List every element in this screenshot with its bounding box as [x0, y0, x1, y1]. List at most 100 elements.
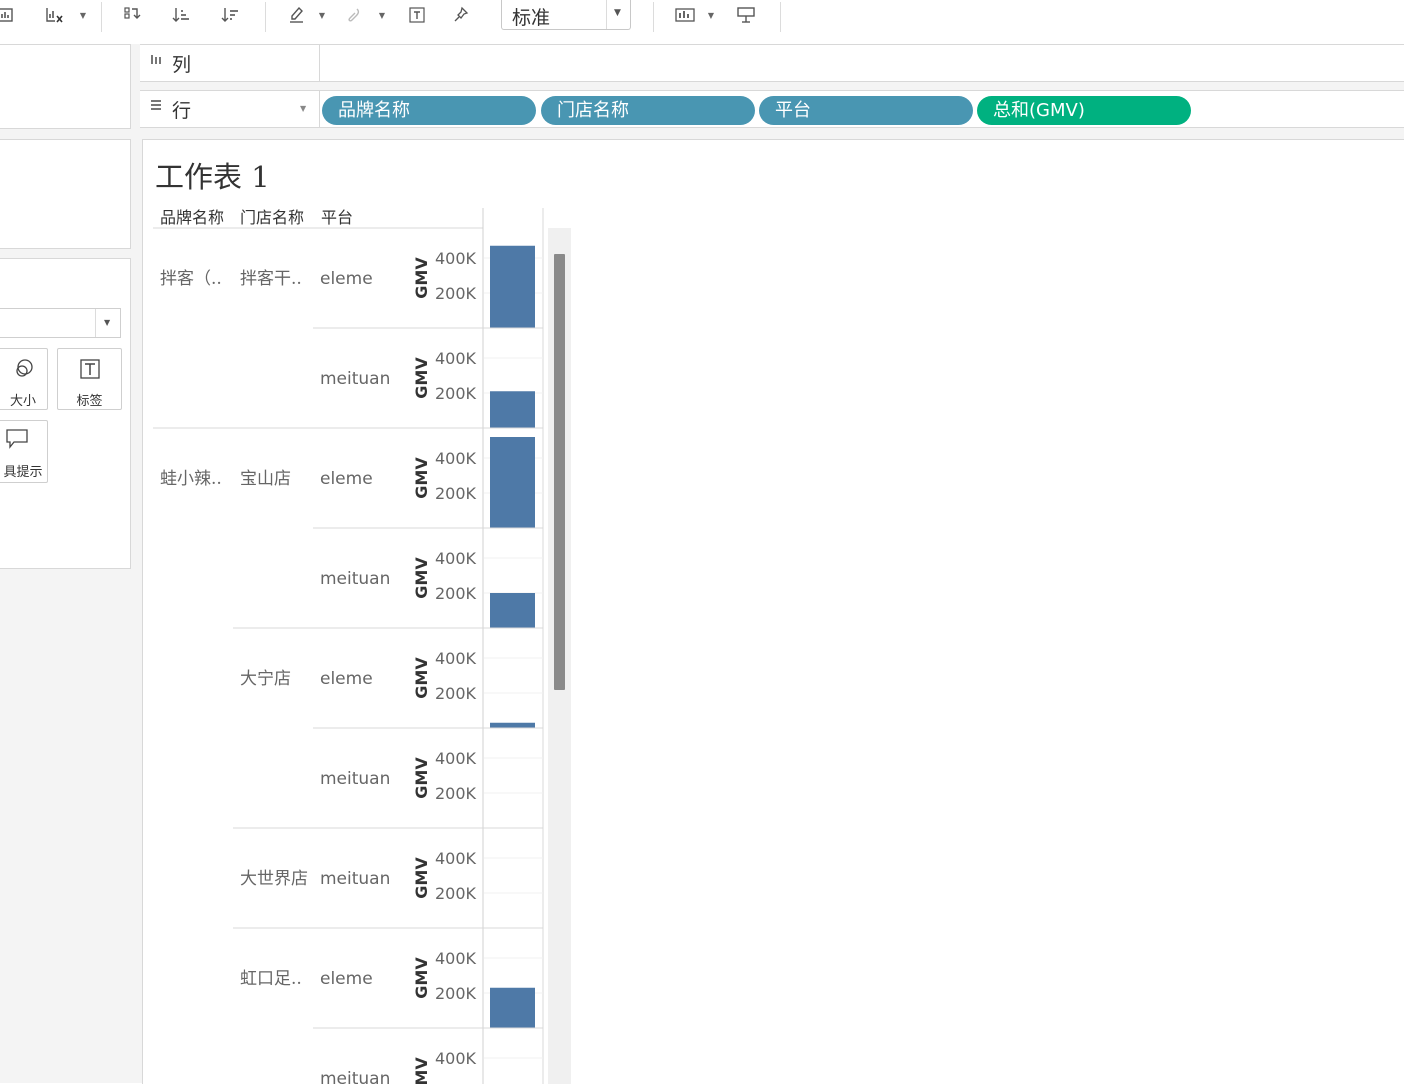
gmv-bar[interactable]	[490, 987, 535, 1028]
platform-cell: eleme	[320, 269, 373, 289]
select-divider	[95, 309, 96, 337]
store-name-cell: 宝山店	[240, 469, 291, 489]
tick-label: 200K	[435, 484, 477, 503]
tick-label: 400K	[435, 949, 477, 968]
tick-label: 400K	[435, 849, 477, 868]
tick-label: 200K	[435, 684, 477, 703]
toolbar-divider	[101, 2, 102, 32]
tick-label: 200K	[435, 284, 477, 303]
tooltip-icon	[0, 427, 49, 456]
tick-label: 200K	[435, 784, 477, 803]
viz-canvas: 拌客（.. 拌客干.. eleme GMV 200K400Kmeituan GMV 200K…	[153, 208, 571, 1084]
clear-sheet-icon[interactable]	[43, 4, 65, 26]
columns-icon	[150, 53, 162, 69]
shelves: 列 行 ▼ 品牌名称 门店名称 平台 总和(GMV)	[140, 44, 1404, 134]
show-me-icon[interactable]	[674, 4, 696, 26]
gmv-bar[interactable]	[490, 245, 535, 328]
tick-label: 400K	[435, 649, 477, 668]
label-label: 标签	[76, 394, 103, 409]
pages-card	[0, 44, 131, 129]
axis-title-gmv: GMV	[412, 857, 431, 899]
group-icon[interactable]	[343, 4, 365, 26]
label-button[interactable]: 标签	[57, 348, 122, 410]
gmv-bar[interactable]	[490, 593, 535, 628]
filters-card	[0, 139, 131, 249]
columns-shelf-label: 列	[140, 45, 320, 81]
brand-name-cell: 蛙小辣..	[160, 469, 222, 489]
rows-icon	[150, 99, 162, 115]
toolbar: ▼ ▼ ▼ 标准 ▼ ▼	[0, 0, 1404, 44]
tick-label: 400K	[435, 449, 477, 468]
text-label-icon[interactable]	[406, 4, 428, 26]
rows-shelf-label: 行 ▼	[140, 91, 320, 127]
toolbar-divider	[265, 2, 266, 32]
worksheet: 工作表 1 品牌名称 门店名称 平台 拌客（.. 拌客干.. eleme GMV 200…	[142, 139, 1404, 1084]
sort-descending-icon[interactable]	[219, 4, 241, 26]
presentation-icon[interactable]	[735, 4, 757, 26]
store-name-cell: 虹口足..	[240, 969, 302, 989]
pill-platform[interactable]: 平台	[759, 96, 973, 125]
chart-icon[interactable]	[0, 4, 16, 26]
size-button[interactable]: 大小	[0, 348, 48, 410]
axis-title-gmv: GMV	[412, 357, 431, 399]
platform-cell: eleme	[320, 469, 373, 489]
clear-dropdown-icon[interactable]: ▼	[78, 4, 88, 26]
axis-title-gmv: GMV	[412, 957, 431, 999]
rows-shelf[interactable]: 行 ▼ 品牌名称 门店名称 平台 总和(GMV)	[140, 90, 1404, 128]
pill-store-name[interactable]: 门店名称	[541, 96, 755, 125]
show-me-dropdown-icon[interactable]: ▼	[706, 4, 716, 26]
group-dropdown-icon[interactable]: ▼	[377, 4, 387, 26]
left-pane: ▼ 大小 标签 具提示	[0, 44, 140, 1083]
gmv-bar[interactable]	[490, 437, 535, 528]
axis-title-gmv: GMV	[412, 657, 431, 699]
tick-label: 400K	[435, 1049, 477, 1068]
platform-cell: meituan	[320, 369, 390, 389]
text-label-icon	[58, 357, 121, 386]
swap-icon[interactable]	[121, 4, 143, 26]
view-area: 工作表 1 品牌名称 门店名称 平台 拌客（.. 拌客干.. eleme GMV 200…	[140, 134, 1404, 1084]
chevron-down-icon: ▼	[104, 318, 111, 327]
highlight-icon[interactable]	[286, 4, 308, 26]
toolbar-divider	[780, 2, 781, 32]
pill-brand-name[interactable]: 品牌名称	[322, 96, 536, 125]
columns-label: 列	[172, 54, 192, 76]
tick-label: 400K	[435, 749, 477, 768]
columns-shelf[interactable]: 列	[140, 44, 1404, 82]
axis-title-gmv: GMV	[412, 557, 431, 599]
axis-title-gmv: GMV	[412, 257, 431, 299]
tick-label: 200K	[435, 584, 477, 603]
pin-icon[interactable]	[451, 4, 473, 26]
tooltip-label: 具提示	[3, 465, 43, 480]
tooltip-button[interactable]: 具提示	[0, 420, 48, 483]
sort-ascending-icon[interactable]	[170, 4, 192, 26]
platform-cell: meituan	[320, 1069, 390, 1084]
fit-dropdown[interactable]: 标准 ▼	[501, 0, 631, 30]
gmv-bar[interactable]	[490, 391, 535, 428]
store-name-cell: 大宁店	[240, 669, 291, 689]
tick-label: 400K	[435, 349, 477, 368]
tick-label: 200K	[435, 884, 477, 903]
pill-sum-gmv[interactable]: 总和(GMV)	[977, 96, 1191, 125]
store-name-cell: 大世界店	[240, 869, 308, 889]
store-name-cell: 拌客干..	[240, 269, 302, 289]
marks-card	[0, 258, 131, 569]
size-icon	[0, 357, 55, 386]
platform-cell: meituan	[320, 769, 390, 789]
platform-cell: meituan	[320, 569, 390, 589]
axis-title-gmv: GMV	[412, 1057, 431, 1084]
tick-label: 400K	[435, 249, 477, 268]
size-label: 大小	[9, 394, 36, 409]
highlight-dropdown-icon[interactable]: ▼	[317, 4, 327, 26]
fit-value: 标准	[512, 7, 551, 29]
platform-cell: eleme	[320, 669, 373, 689]
gmv-bar[interactable]	[490, 722, 535, 728]
scrollbar-thumb[interactable]	[554, 254, 565, 690]
tick-label: 200K	[435, 984, 477, 1003]
chevron-down-icon[interactable]: ▼	[300, 104, 306, 113]
toolbar-divider	[653, 2, 654, 32]
axis-title-gmv: GMV	[412, 757, 431, 799]
brand-name-cell: 拌客（..	[160, 269, 222, 289]
rows-label: 行	[172, 100, 192, 122]
mark-type-select[interactable]: ▼	[0, 308, 121, 338]
platform-cell: eleme	[320, 969, 373, 989]
